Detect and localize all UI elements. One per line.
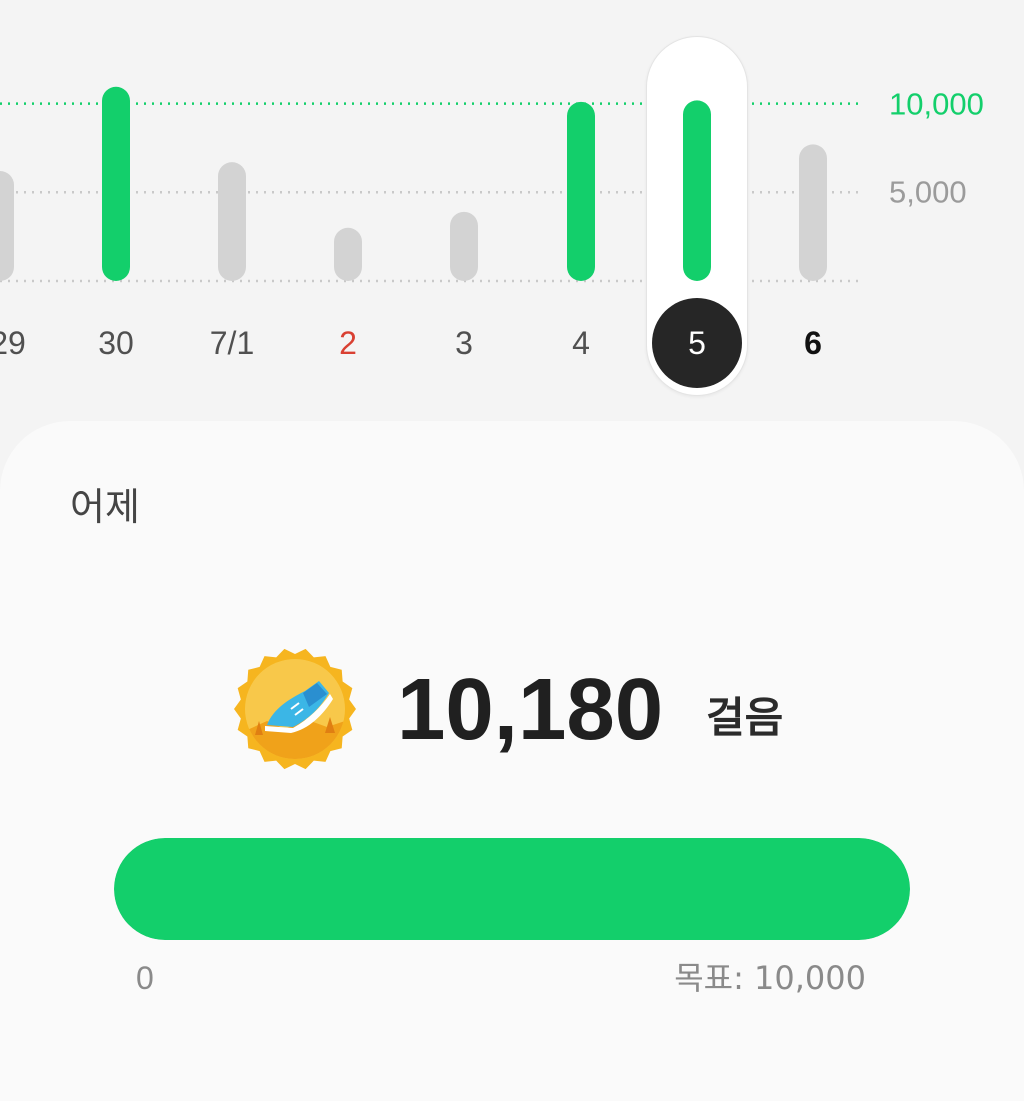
selected-day-bar[interactable] [683,100,711,281]
reference-line-label: 5,000 [889,174,967,210]
day-label[interactable]: 7/1 [192,327,272,359]
day-label[interactable]: 30 [76,327,156,359]
walking-shoe-medal-icon [234,648,356,770]
day-title: 어제 [70,485,140,529]
day-detail-card [0,421,1024,1101]
selected-day-label[interactable]: 5 [657,327,737,359]
day-label[interactable]: 3 [424,327,504,359]
day-label[interactable]: 6 [773,327,853,359]
goal-progress-bar [114,838,910,940]
progress-goal-text: 목표: 10,000 [674,959,866,997]
step-unit: 걸음 [706,693,784,742]
day-label[interactable]: 4 [541,327,621,359]
weekly-steps-chart: 10,000 5,000 29 30 7/1 2 3 4 5 6 [0,0,1024,420]
day-label[interactable]: 2 [308,327,388,359]
reference-line-label: 10,000 [889,86,984,122]
step-count: 10,180 [397,661,664,758]
progress-goal-label: 목표: 10,000 [674,962,866,994]
day-label[interactable]: 29 [0,327,48,359]
progress-min-label: 0 [136,960,154,996]
goal-progress-fill [114,838,910,940]
